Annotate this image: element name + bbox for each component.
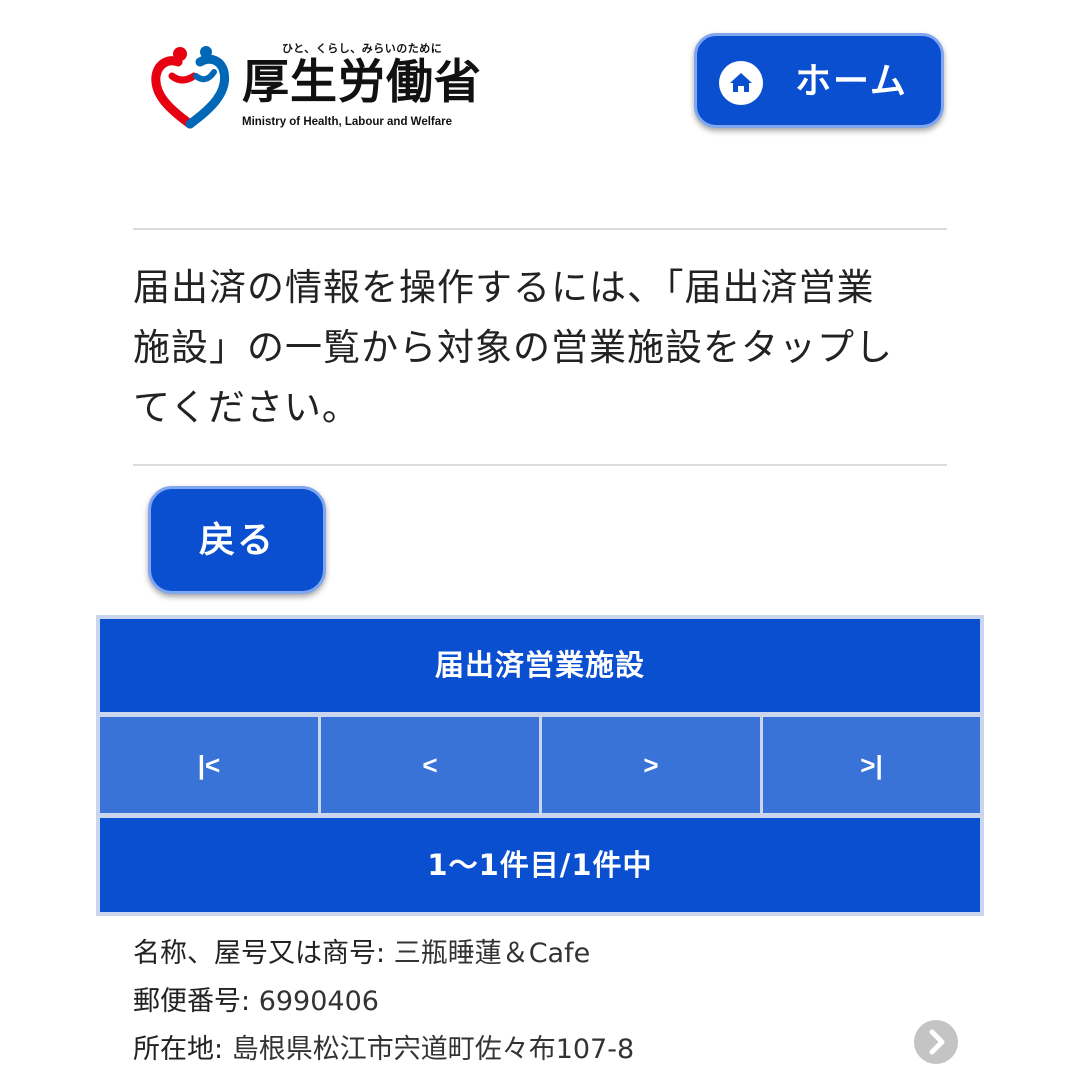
facility-address-row: 所在地: 島根県松江市宍道町佐々布107-8 bbox=[133, 1026, 913, 1074]
next-page-button[interactable]: > bbox=[542, 717, 760, 813]
logo-name-en: Ministry of Health, Labour and Welfare bbox=[242, 116, 453, 128]
facility-postal-row: 郵便番号: 6990406 bbox=[133, 978, 913, 1026]
home-button[interactable]: ホーム bbox=[694, 33, 944, 128]
facilities-panel-title: 届出済営業施設 bbox=[100, 619, 980, 712]
result-count: 1～1件目/1件中 bbox=[100, 818, 980, 912]
facility-postal-label: 郵便番号: bbox=[133, 986, 251, 1017]
facility-name-row: 名称、屋号又は商号: 三瓶睡蓮＆Cafe bbox=[133, 930, 913, 978]
prev-page-button[interactable]: < bbox=[321, 717, 539, 813]
divider-top bbox=[133, 228, 947, 230]
logo-name: 厚生労働省 bbox=[242, 55, 482, 110]
page: ひと、くらし、みらいのために 厚生労働省 Ministry of Health,… bbox=[0, 0, 1080, 1080]
divider-bottom bbox=[133, 464, 947, 466]
home-icon bbox=[719, 61, 763, 105]
instructions-text: 届出済の情報を操作するには、「届出済営業 施設」の一覧から対象の営業施設をタップ… bbox=[133, 266, 893, 429]
facility-list-item[interactable]: 名称、屋号又は商号: 三瓶睡蓮＆Cafe 郵便番号: 6990406 所在地: … bbox=[133, 930, 913, 1074]
facility-address-value: 島根県松江市宍道町佐々布107-8 bbox=[231, 1034, 635, 1065]
pagination: |< < > >| bbox=[100, 717, 980, 813]
back-button-label: 戻る bbox=[198, 520, 275, 561]
facility-postal-value: 6990406 bbox=[258, 986, 379, 1017]
chevron-right-icon[interactable] bbox=[914, 1020, 958, 1064]
facility-name-label: 名称、屋号又は商号: bbox=[133, 938, 386, 969]
first-page-button[interactable]: |< bbox=[100, 717, 318, 813]
facilities-panel: 届出済営業施設 |< < > >| 1～1件目/1件中 bbox=[96, 615, 984, 916]
facility-address-label: 所在地: bbox=[133, 1034, 224, 1065]
mhlw-emblem-icon bbox=[151, 46, 230, 129]
facility-name-value: 三瓶睡蓮＆Cafe bbox=[393, 938, 591, 969]
last-page-button[interactable]: >| bbox=[763, 717, 980, 813]
mhlw-logo[interactable]: ひと、くらし、みらいのために 厚生労働省 Ministry of Health,… bbox=[150, 36, 490, 136]
back-button[interactable]: 戻る bbox=[148, 486, 326, 594]
home-button-label: ホーム bbox=[795, 61, 908, 102]
